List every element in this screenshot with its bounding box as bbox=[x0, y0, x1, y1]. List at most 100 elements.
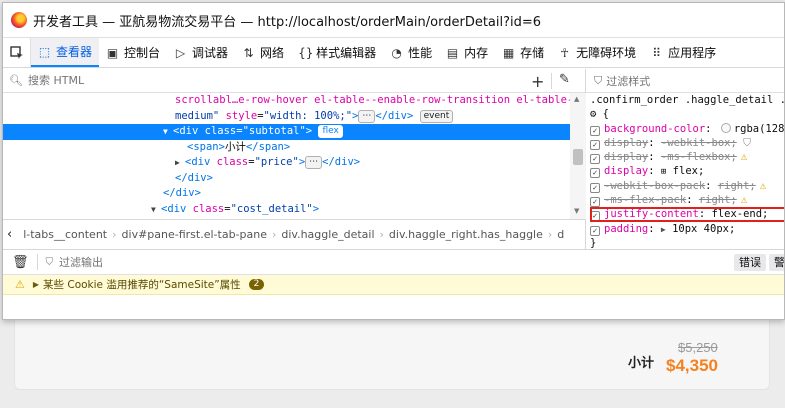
flex-badge[interactable]: flex bbox=[318, 125, 343, 138]
breadcrumb-item[interactable]: div.haggle_right.has_haggle bbox=[384, 228, 548, 241]
rule-close: } bbox=[590, 236, 597, 249]
message-count-badge: 2 bbox=[248, 279, 265, 290]
declaration[interactable]: ✓ display: -ms-flexbox; ⚠ bbox=[590, 150, 784, 165]
window-title: 开发者工具 — 亚航易物流交易平台 — http://localhost/ord… bbox=[33, 14, 542, 30]
warning-icon[interactable]: ⚠ bbox=[741, 150, 748, 163]
expand-arrow-icon[interactable]: ▶ bbox=[33, 280, 39, 289]
rules-filter-bar[interactable]: ⛉ 过滤样式 bbox=[586, 69, 784, 93]
tab-console[interactable]: ▣ 控制台 bbox=[99, 38, 167, 67]
markup-line[interactable]: medium" style="width: 100%;"> ⋯ </div> eve… bbox=[3, 109, 570, 125]
add-node-button[interactable]: + bbox=[531, 72, 544, 91]
filter-icon[interactable]: ⛉ bbox=[743, 137, 751, 149]
html-search-bar: 🔍︎ bbox=[3, 69, 585, 93]
markup-line[interactable]: </div> bbox=[3, 186, 570, 202]
expand-arrow-icon[interactable]: ▼ bbox=[163, 124, 173, 140]
tab-performance[interactable]: ◔ 性能 bbox=[383, 38, 439, 67]
tab-accessibility[interactable]: ☥ 无障碍环境 bbox=[551, 38, 643, 67]
element-selector-icon[interactable]: ⚙ bbox=[590, 108, 596, 120]
breadcrumb-item[interactable]: d bbox=[552, 228, 569, 241]
memory-icon: ▤ bbox=[446, 45, 459, 60]
element-picker-button[interactable] bbox=[3, 38, 31, 67]
markup-line[interactable]: </div> bbox=[3, 171, 570, 187]
declaration-checkbox[interactable]: ✓ bbox=[590, 197, 600, 208]
breadcrumb-item[interactable]: div.haggle_detail bbox=[276, 228, 379, 241]
declaration[interactable]: ✓ -ms-flex-pack: right; ⚠ bbox=[590, 193, 784, 208]
order-summary-card bbox=[14, 318, 770, 390]
declaration-checkbox[interactable]: ✓ bbox=[590, 182, 600, 193]
markup-line[interactable]: scrollabl…e-row-hover el-table--enable-r… bbox=[3, 93, 570, 109]
title-bar: 开发者工具 — 亚航易物流交易平台 — http://localhost/ord… bbox=[3, 3, 784, 38]
devtools-window: 开发者工具 — 亚航易物流交易平台 — http://localhost/ord… bbox=[2, 2, 785, 320]
console-toolbar: 🗑︎ ⛉ 过滤输出 错误 警 bbox=[3, 249, 784, 275]
html-search-input[interactable] bbox=[27, 74, 528, 87]
collapse-arrow-icon[interactable]: ▶ bbox=[175, 155, 185, 171]
declaration-checkbox[interactable]: ✓ bbox=[590, 154, 600, 165]
subtotal-label: 小计 bbox=[628, 356, 655, 371]
devtools-toolbar: ⬚ 查看器 ▣ 控制台 ▷ 调试器 ⇅ 网络 {} 样式编辑器 ◔ 性能 ▤ 内存 ▦ 存储 ☥… bbox=[3, 38, 784, 68]
rules-filter-input[interactable]: 过滤样式 bbox=[606, 73, 650, 89]
css-rule: .confirm_order .haggle_detail .ha ⚙ { ✓ b… bbox=[586, 93, 784, 249]
markup-view: scrollabl…e-row-hover el-table--enable-r… bbox=[3, 93, 570, 219]
flexbox-highlighter-icon[interactable]: ⊞ bbox=[661, 167, 666, 177]
toolbar-divider bbox=[551, 73, 552, 89]
declaration[interactable]: ✓ padding: ▶ 10px 40px; bbox=[590, 222, 784, 236]
filter-icon: ⛉ bbox=[45, 256, 54, 268]
style-editor-icon: {} bbox=[298, 45, 314, 60]
scroll-up-icon[interactable]: ▲ bbox=[574, 95, 579, 103]
warnings-filter-button[interactable]: 警 bbox=[769, 254, 784, 271]
markup-line[interactable]: <span>小计</span> bbox=[3, 140, 570, 156]
search-icon: 🔍︎ bbox=[9, 74, 23, 87]
markup-line-selected[interactable]: ▼ <div class="subtotal"> flex bbox=[3, 124, 570, 140]
breadcrumb-item[interactable]: div#pane-first.el-tab-pane bbox=[117, 228, 272, 241]
final-price: $4,350 bbox=[666, 356, 718, 375]
declaration[interactable]: ✓ -webkit-box-pack: right; ⚠ bbox=[590, 179, 784, 193]
tab-style-editor[interactable]: {} 样式编辑器 bbox=[291, 38, 383, 67]
tab-network[interactable]: ⇅ 网络 bbox=[235, 38, 291, 67]
tab-debugger[interactable]: ▷ 调试器 bbox=[167, 38, 235, 67]
event-badge[interactable]: event bbox=[419, 109, 454, 123]
trash-icon[interactable]: 🗑︎ bbox=[12, 255, 29, 270]
scroll-down-icon[interactable]: ▼ bbox=[574, 207, 579, 215]
rules-pane: ⛉ 过滤样式 .confirm_order .haggle_detail .ha… bbox=[586, 69, 784, 249]
declaration[interactable]: ✓ display: -webkit-box; ⛉ bbox=[590, 136, 784, 150]
declaration-checkbox[interactable]: ✓ bbox=[590, 125, 600, 136]
toolbar-divider bbox=[36, 254, 38, 270]
markup-scrollbar[interactable]: ▲ ▼ bbox=[570, 93, 586, 219]
performance-icon: ◔ bbox=[391, 45, 402, 60]
errors-filter-button[interactable]: 错误 bbox=[734, 254, 766, 271]
declaration-checkbox[interactable]: ✓ bbox=[590, 139, 600, 150]
scroll-thumb[interactable] bbox=[573, 149, 583, 165]
picker-icon bbox=[9, 45, 23, 59]
markup-line[interactable]: ▶ <div class="price"> ⋯ </div> bbox=[3, 155, 570, 171]
console-filter-input[interactable]: 过滤输出 bbox=[59, 254, 103, 270]
declaration[interactable]: ✓background-color: rgba(128, bbox=[590, 122, 784, 136]
declaration-highlighted[interactable]: ✓ justify-content: flex-end; bbox=[590, 207, 784, 223]
declaration-checkbox[interactable]: ✓ bbox=[590, 225, 600, 236]
breadcrumb: ‹ l-tabs__content › div#pane-first.el-ta… bbox=[3, 219, 586, 249]
expand-arrow-icon[interactable]: ▼ bbox=[151, 202, 161, 218]
breadcrumb-item[interactable]: l-tabs__content bbox=[18, 228, 112, 241]
collapsed-content-badge[interactable]: ⋯ bbox=[358, 109, 376, 123]
warning-icon: ⚠ bbox=[15, 278, 25, 291]
color-swatch-icon[interactable] bbox=[720, 122, 731, 133]
highlight-annotation bbox=[590, 207, 784, 223]
warning-icon[interactable]: ⚠ bbox=[760, 179, 767, 192]
tab-storage[interactable]: ▦ 存储 bbox=[495, 38, 551, 67]
console-warning-message[interactable]: ⚠ ▶ 某些 Cookie 滥用推荐的“SameSite”属性 2 bbox=[3, 275, 784, 295]
tab-application[interactable]: ⠿ 应用程序 bbox=[643, 38, 723, 67]
declaration[interactable]: ✓ display: ⊞ flex; bbox=[590, 164, 784, 179]
markup-line[interactable]: ▼ <div class="cost_detail"> bbox=[3, 202, 570, 218]
console-icon: ▣ bbox=[106, 45, 119, 60]
rule-selector[interactable]: .confirm_order .haggle_detail .ha bbox=[590, 93, 784, 107]
original-price: $5,250 bbox=[678, 340, 718, 355]
firefox-logo-icon bbox=[11, 12, 27, 28]
declaration-checkbox[interactable]: ✓ bbox=[590, 168, 600, 179]
tab-memory[interactable]: ▤ 内存 bbox=[439, 38, 495, 67]
chevron-left-icon[interactable]: ‹ bbox=[7, 227, 12, 242]
collapsed-content-badge[interactable]: ⋯ bbox=[305, 156, 323, 169]
warning-icon[interactable]: ⚠ bbox=[741, 193, 748, 206]
tab-inspector[interactable]: ⬚ 查看器 bbox=[31, 38, 100, 67]
eyedropper-icon[interactable]: ✎ bbox=[559, 72, 570, 87]
accessibility-icon: ☥ bbox=[560, 45, 570, 60]
markup-pane: 🔍︎ + ✎ scrollabl…e-row-hover el-table--e… bbox=[3, 69, 586, 249]
